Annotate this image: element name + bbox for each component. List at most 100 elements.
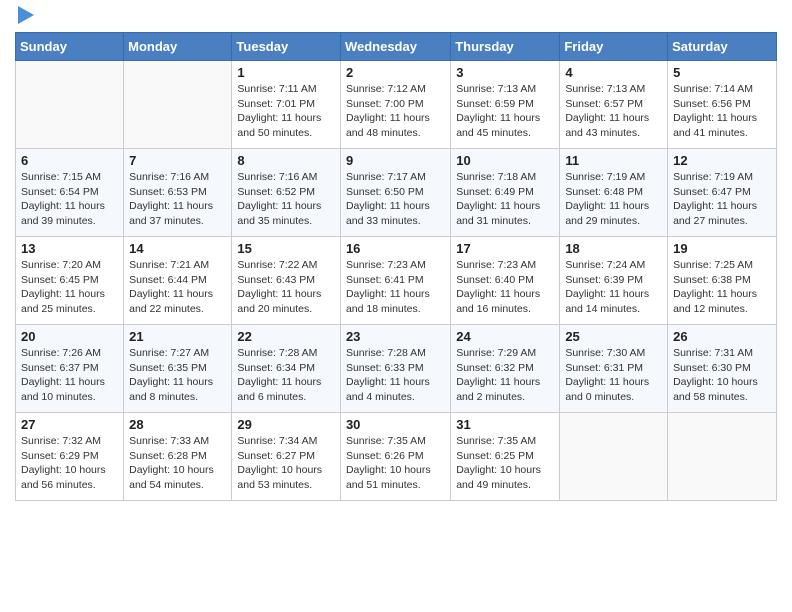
day-number: 3 (456, 65, 554, 80)
calendar-cell: 4 Sunrise: 7:13 AMSunset: 6:57 PMDaylight… (560, 61, 668, 149)
col-header-friday: Friday (560, 33, 668, 61)
day-info: Sunrise: 7:30 AMSunset: 6:31 PMDaylight:… (565, 346, 662, 405)
day-info: Sunrise: 7:23 AMSunset: 6:40 PMDaylight:… (456, 258, 554, 317)
calendar-cell (560, 413, 668, 501)
calendar-cell: 29 Sunrise: 7:34 AMSunset: 6:27 PMDayligh… (232, 413, 341, 501)
day-number: 5 (673, 65, 771, 80)
day-info: Sunrise: 7:26 AMSunset: 6:37 PMDaylight:… (21, 346, 118, 405)
day-number: 29 (237, 417, 335, 432)
day-info: Sunrise: 7:28 AMSunset: 6:33 PMDaylight:… (346, 346, 445, 405)
day-number: 24 (456, 329, 554, 344)
day-info: Sunrise: 7:25 AMSunset: 6:38 PMDaylight:… (673, 258, 771, 317)
day-number: 12 (673, 153, 771, 168)
day-number: 2 (346, 65, 445, 80)
day-info: Sunrise: 7:34 AMSunset: 6:27 PMDaylight:… (237, 434, 335, 493)
day-info: Sunrise: 7:35 AMSunset: 6:25 PMDaylight:… (456, 434, 554, 493)
day-info: Sunrise: 7:16 AMSunset: 6:52 PMDaylight:… (237, 170, 335, 229)
col-header-saturday: Saturday (668, 33, 777, 61)
calendar-cell: 5 Sunrise: 7:14 AMSunset: 6:56 PMDaylight… (668, 61, 777, 149)
day-info: Sunrise: 7:13 AMSunset: 6:57 PMDaylight:… (565, 82, 662, 141)
day-info: Sunrise: 7:29 AMSunset: 6:32 PMDaylight:… (456, 346, 554, 405)
day-info: Sunrise: 7:12 AMSunset: 7:00 PMDaylight:… (346, 82, 445, 141)
day-number: 25 (565, 329, 662, 344)
col-header-sunday: Sunday (16, 33, 124, 61)
day-number: 22 (237, 329, 335, 344)
day-number: 30 (346, 417, 445, 432)
col-header-monday: Monday (124, 33, 232, 61)
day-number: 1 (237, 65, 335, 80)
calendar-cell: 27 Sunrise: 7:32 AMSunset: 6:29 PMDayligh… (16, 413, 124, 501)
calendar-cell: 12 Sunrise: 7:19 AMSunset: 6:47 PMDayligh… (668, 149, 777, 237)
day-info: Sunrise: 7:13 AMSunset: 6:59 PMDaylight:… (456, 82, 554, 141)
col-header-tuesday: Tuesday (232, 33, 341, 61)
day-info: Sunrise: 7:35 AMSunset: 6:26 PMDaylight:… (346, 434, 445, 493)
day-number: 11 (565, 153, 662, 168)
calendar-cell: 17 Sunrise: 7:23 AMSunset: 6:40 PMDayligh… (451, 237, 560, 325)
calendar-cell: 9 Sunrise: 7:17 AMSunset: 6:50 PMDaylight… (340, 149, 450, 237)
calendar-cell (16, 61, 124, 149)
calendar-cell: 2 Sunrise: 7:12 AMSunset: 7:00 PMDaylight… (340, 61, 450, 149)
calendar-cell: 14 Sunrise: 7:21 AMSunset: 6:44 PMDayligh… (124, 237, 232, 325)
day-number: 6 (21, 153, 118, 168)
calendar-cell: 6 Sunrise: 7:15 AMSunset: 6:54 PMDaylight… (16, 149, 124, 237)
calendar-cell: 25 Sunrise: 7:30 AMSunset: 6:31 PMDayligh… (560, 325, 668, 413)
day-number: 7 (129, 153, 226, 168)
calendar-cell: 13 Sunrise: 7:20 AMSunset: 6:45 PMDayligh… (16, 237, 124, 325)
day-number: 14 (129, 241, 226, 256)
day-number: 16 (346, 241, 445, 256)
calendar-cell: 26 Sunrise: 7:31 AMSunset: 6:30 PMDayligh… (668, 325, 777, 413)
day-number: 17 (456, 241, 554, 256)
day-info: Sunrise: 7:15 AMSunset: 6:54 PMDaylight:… (21, 170, 118, 229)
day-info: Sunrise: 7:11 AMSunset: 7:01 PMDaylight:… (237, 82, 335, 141)
calendar-cell (124, 61, 232, 149)
calendar-cell: 23 Sunrise: 7:28 AMSunset: 6:33 PMDayligh… (340, 325, 450, 413)
day-number: 15 (237, 241, 335, 256)
day-number: 19 (673, 241, 771, 256)
day-number: 26 (673, 329, 771, 344)
calendar-table: SundayMondayTuesdayWednesdayThursdayFrid… (15, 32, 777, 501)
calendar-cell: 1 Sunrise: 7:11 AMSunset: 7:01 PMDaylight… (232, 61, 341, 149)
day-info: Sunrise: 7:24 AMSunset: 6:39 PMDaylight:… (565, 258, 662, 317)
calendar-cell: 20 Sunrise: 7:26 AMSunset: 6:37 PMDayligh… (16, 325, 124, 413)
day-info: Sunrise: 7:33 AMSunset: 6:28 PMDaylight:… (129, 434, 226, 493)
day-info: Sunrise: 7:32 AMSunset: 6:29 PMDaylight:… (21, 434, 118, 493)
day-number: 23 (346, 329, 445, 344)
calendar-cell: 31 Sunrise: 7:35 AMSunset: 6:25 PMDayligh… (451, 413, 560, 501)
day-number: 31 (456, 417, 554, 432)
day-number: 13 (21, 241, 118, 256)
day-number: 21 (129, 329, 226, 344)
day-info: Sunrise: 7:19 AMSunset: 6:48 PMDaylight:… (565, 170, 662, 229)
day-info: Sunrise: 7:21 AMSunset: 6:44 PMDaylight:… (129, 258, 226, 317)
day-info: Sunrise: 7:22 AMSunset: 6:43 PMDaylight:… (237, 258, 335, 317)
calendar-cell: 19 Sunrise: 7:25 AMSunset: 6:38 PMDayligh… (668, 237, 777, 325)
calendar-cell (668, 413, 777, 501)
day-number: 4 (565, 65, 662, 80)
day-number: 20 (21, 329, 118, 344)
calendar-cell: 28 Sunrise: 7:33 AMSunset: 6:28 PMDayligh… (124, 413, 232, 501)
day-info: Sunrise: 7:28 AMSunset: 6:34 PMDaylight:… (237, 346, 335, 405)
day-number: 9 (346, 153, 445, 168)
day-number: 28 (129, 417, 226, 432)
day-info: Sunrise: 7:14 AMSunset: 6:56 PMDaylight:… (673, 82, 771, 141)
calendar-cell: 30 Sunrise: 7:35 AMSunset: 6:26 PMDayligh… (340, 413, 450, 501)
day-info: Sunrise: 7:16 AMSunset: 6:53 PMDaylight:… (129, 170, 226, 229)
day-info: Sunrise: 7:27 AMSunset: 6:35 PMDaylight:… (129, 346, 226, 405)
day-info: Sunrise: 7:19 AMSunset: 6:47 PMDaylight:… (673, 170, 771, 229)
calendar-cell: 16 Sunrise: 7:23 AMSunset: 6:41 PMDayligh… (340, 237, 450, 325)
day-info: Sunrise: 7:31 AMSunset: 6:30 PMDaylight:… (673, 346, 771, 405)
day-info: Sunrise: 7:23 AMSunset: 6:41 PMDaylight:… (346, 258, 445, 317)
calendar-cell: 8Sunrise: 7:16 AMSunset: 6:52 PMDaylight… (232, 149, 341, 237)
day-number: 27 (21, 417, 118, 432)
page-header (15, 10, 777, 24)
calendar-cell: 7 Sunrise: 7:16 AMSunset: 6:53 PMDaylight… (124, 149, 232, 237)
calendar-cell: 24 Sunrise: 7:29 AMSunset: 6:32 PMDayligh… (451, 325, 560, 413)
day-info: Sunrise: 7:18 AMSunset: 6:49 PMDaylight:… (456, 170, 554, 229)
calendar-cell: 21 Sunrise: 7:27 AMSunset: 6:35 PMDayligh… (124, 325, 232, 413)
calendar-cell: 18Sunrise: 7:24 AMSunset: 6:39 PMDayligh… (560, 237, 668, 325)
day-number: 10 (456, 153, 554, 168)
col-header-wednesday: Wednesday (340, 33, 450, 61)
day-info: Sunrise: 7:20 AMSunset: 6:45 PMDaylight:… (21, 258, 118, 317)
calendar-cell: 22 Sunrise: 7:28 AMSunset: 6:34 PMDayligh… (232, 325, 341, 413)
day-info: Sunrise: 7:17 AMSunset: 6:50 PMDaylight:… (346, 170, 445, 229)
calendar-cell: 11 Sunrise: 7:19 AMSunset: 6:48 PMDayligh… (560, 149, 668, 237)
